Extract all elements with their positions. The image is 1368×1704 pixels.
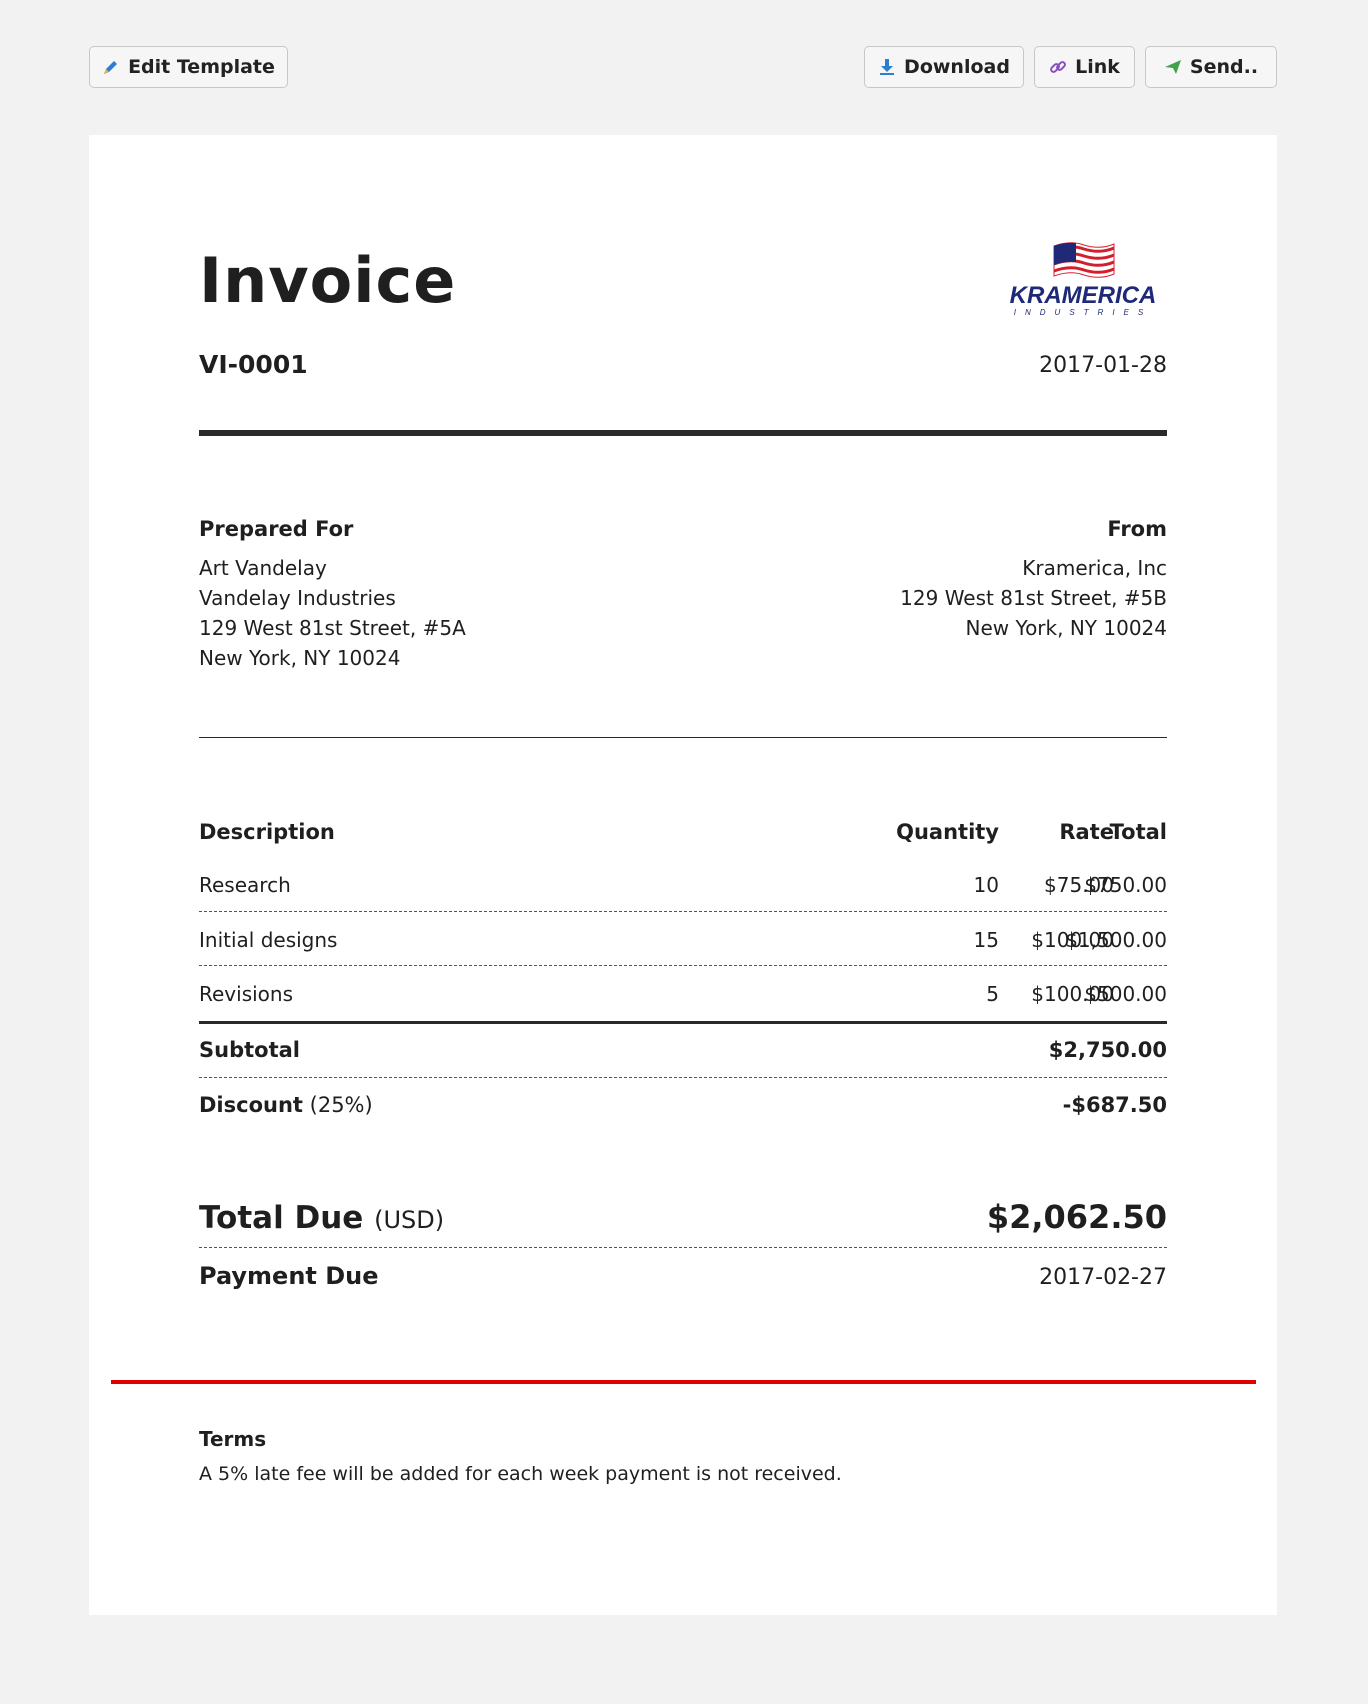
- download-button[interactable]: Download: [864, 46, 1024, 88]
- total-divider: [199, 1247, 1167, 1248]
- flag-icon: [1053, 242, 1115, 278]
- invoice-date: 2017-01-28: [1039, 353, 1167, 378]
- client-name: Art Vandelay: [199, 556, 327, 580]
- client-city: New York, NY 10024: [199, 646, 401, 670]
- from-heading: From: [1107, 517, 1167, 541]
- send-icon: [1164, 58, 1182, 76]
- col-header-description: Description: [199, 820, 335, 844]
- total-due-value: $2,062.50: [986, 1198, 1167, 1236]
- item-description: Research: [199, 873, 291, 897]
- invoice-document: Invoice VI-0001 2017-01-28 KRAMERICA IND…: [89, 135, 1277, 1615]
- col-header-rate: Rate: [1059, 820, 1114, 844]
- item-quantity: 5: [986, 982, 999, 1006]
- item-description: Initial designs: [199, 928, 338, 952]
- item-total: $1,500.00: [1065, 928, 1167, 952]
- subtotal-label: Subtotal: [199, 1038, 300, 1062]
- col-header-quantity: Quantity: [896, 820, 999, 844]
- link-button[interactable]: Link: [1034, 46, 1135, 88]
- client-company: Vandelay Industries: [199, 586, 396, 610]
- summary-divider: [199, 1077, 1167, 1078]
- client-street: 129 West 81st Street, #5A: [199, 616, 466, 640]
- header-divider: [199, 430, 1167, 436]
- logo-sub-text: INDUSTRIES: [1013, 308, 1153, 317]
- invoice-title: Invoice: [199, 244, 457, 317]
- payment-due-date: 2017-02-27: [1039, 1265, 1167, 1290]
- download-label: Download: [904, 56, 1010, 78]
- item-total: $500.00: [1084, 982, 1167, 1006]
- link-label: Link: [1075, 56, 1120, 78]
- discount-percent: (25%): [309, 1093, 373, 1117]
- invoice-number: VI-0001: [199, 350, 308, 379]
- subtotal-value: $2,750.00: [1048, 1038, 1167, 1062]
- sender-street: 129 West 81st Street, #5B: [900, 586, 1167, 610]
- send-label: Send..: [1189, 56, 1259, 78]
- item-quantity: 10: [973, 873, 999, 897]
- discount-line: Discount (25%): [199, 1093, 373, 1117]
- address-divider: [199, 737, 1167, 738]
- edit-template-button[interactable]: Edit Template: [89, 46, 288, 88]
- item-total: $750.00: [1084, 873, 1167, 897]
- total-due-label: Total Due: [199, 1200, 364, 1236]
- link-icon: [1049, 58, 1067, 76]
- total-due-line: Total Due (USD): [199, 1200, 444, 1236]
- total-due-currency: (USD): [374, 1206, 445, 1234]
- sender-city: New York, NY 10024: [965, 616, 1167, 640]
- logo-brand-text: KRAMERICA: [1009, 282, 1157, 309]
- download-icon: [878, 58, 896, 76]
- discount-value: -$687.50: [1062, 1093, 1167, 1117]
- prepared-for-heading: Prepared For: [199, 517, 354, 541]
- company-logo: KRAMERICA INDUSTRIES: [999, 240, 1167, 317]
- pencil-icon: [102, 58, 120, 76]
- send-button[interactable]: Send..: [1145, 46, 1277, 88]
- edit-template-label: Edit Template: [128, 56, 275, 78]
- terms-divider: [111, 1380, 1256, 1384]
- discount-label: Discount: [199, 1093, 303, 1117]
- toolbar: Edit Template Download Link Send..: [89, 46, 1277, 90]
- items-divider: [199, 1021, 1167, 1024]
- item-description: Revisions: [199, 982, 294, 1006]
- col-header-total: Total: [1109, 820, 1167, 844]
- row-divider: [199, 911, 1167, 912]
- payment-due-label: Payment Due: [199, 1262, 379, 1290]
- sender-name: Kramerica, Inc: [1022, 556, 1167, 580]
- terms-text: A 5% late fee will be added for each wee…: [199, 1463, 842, 1485]
- item-quantity: 15: [973, 928, 999, 952]
- terms-heading: Terms: [199, 1427, 267, 1451]
- row-divider: [199, 965, 1167, 966]
